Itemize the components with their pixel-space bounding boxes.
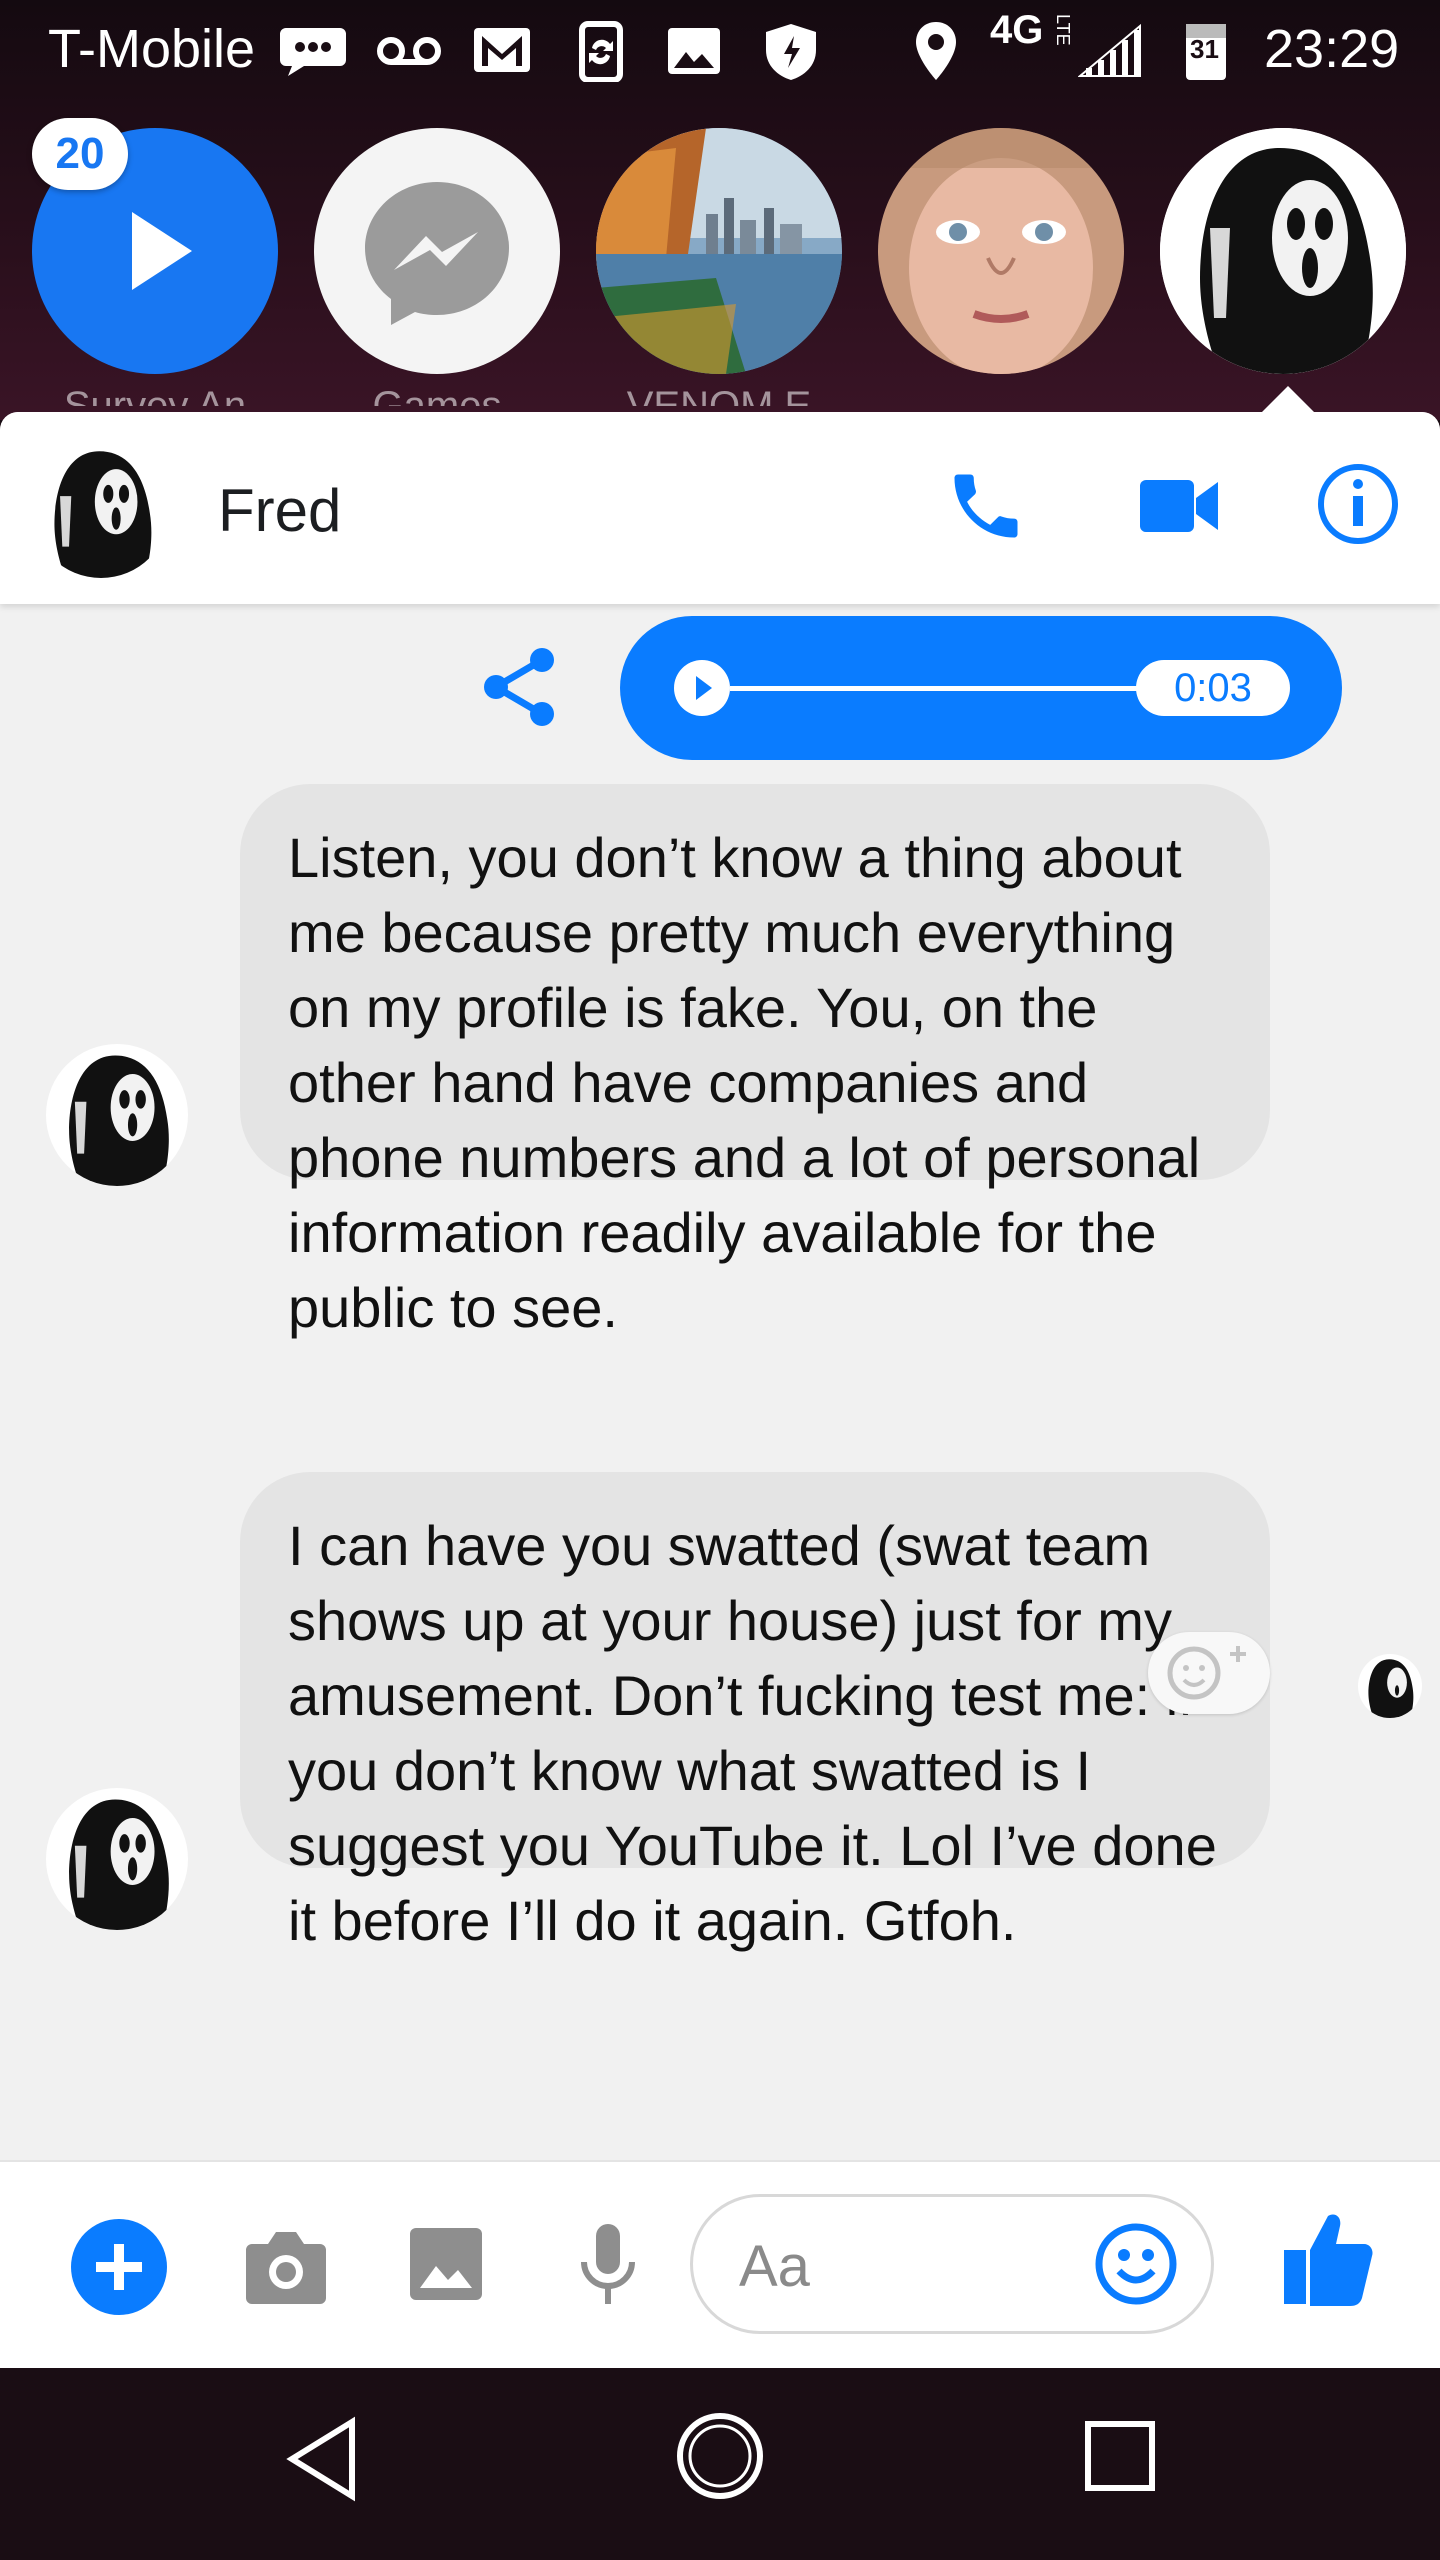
camera-icon[interactable] xyxy=(244,2226,328,2311)
conversation-header: Fred xyxy=(0,412,1440,604)
microphone-icon[interactable] xyxy=(578,2222,638,2313)
play-icon xyxy=(696,676,712,700)
play-button[interactable] xyxy=(674,660,730,716)
contact-avatar[interactable] xyxy=(32,440,170,578)
conversation-panel: Fred 0:03 Listen, you don’t know a thing… xyxy=(0,412,1440,2368)
chat-head-label-venom: VENOM E xyxy=(626,384,812,406)
message-bubble[interactable]: Listen, you don’t know a thing about me … xyxy=(240,784,1270,1339)
ghostface-photo xyxy=(1358,1654,1422,1718)
network-sub-label: LTE xyxy=(1053,14,1073,46)
chat-head-fred[interactable] xyxy=(1160,128,1406,374)
face-photo xyxy=(878,128,1124,374)
calendar-day: 31 xyxy=(1190,34,1219,64)
ghostface-photo xyxy=(32,440,170,578)
chat-head-label-survey: Survey An xyxy=(63,384,247,406)
clock: 23:29 xyxy=(1264,19,1400,79)
signal-icon xyxy=(1077,23,1142,83)
carrier-label: T-Mobile xyxy=(48,19,256,79)
plus-icon[interactable] xyxy=(70,2218,168,2321)
audio-message[interactable]: 0:03 xyxy=(620,616,1342,760)
message-input[interactable] xyxy=(737,2227,1061,2305)
navigation-bar xyxy=(0,2368,1440,2560)
seen-indicator-avatar xyxy=(1358,1654,1422,1718)
audio-duration: 0:03 xyxy=(1136,660,1290,716)
ghostface-photo xyxy=(1160,128,1406,374)
info-icon[interactable] xyxy=(1316,462,1400,551)
share-icon[interactable] xyxy=(480,644,562,735)
network-label: 4G xyxy=(990,8,1044,52)
gmail-icon xyxy=(472,26,532,79)
voicemail-icon xyxy=(376,34,442,73)
active-chat-pointer xyxy=(1262,386,1314,412)
ghostface-photo xyxy=(46,1788,188,1930)
image-icon xyxy=(666,26,722,81)
chat-head-contact[interactable] xyxy=(878,128,1124,374)
sender-avatar[interactable] xyxy=(46,1044,188,1186)
chat-head-games[interactable] xyxy=(314,128,560,374)
thumbs-up-icon[interactable] xyxy=(1282,2210,1374,2313)
messaging-icon xyxy=(278,24,348,81)
back-icon[interactable] xyxy=(282,2416,362,2507)
sender-avatar[interactable] xyxy=(46,1788,188,1930)
location-icon xyxy=(912,20,960,87)
recents-icon[interactable] xyxy=(1084,2420,1156,2497)
gallery-icon[interactable] xyxy=(408,2226,484,2307)
status-bar: T-Mobile 4G LTE 31 23:29 xyxy=(0,0,1440,100)
video-icon[interactable] xyxy=(1138,470,1220,547)
audio-progress-track[interactable] xyxy=(730,686,1170,691)
sync-icon xyxy=(574,20,628,87)
ghostface-photo xyxy=(46,1044,188,1186)
shield-icon xyxy=(762,22,820,87)
chat-head-label-games: Games xyxy=(372,384,502,406)
add-reaction-icon xyxy=(1167,1646,1246,1700)
add-reaction-button[interactable] xyxy=(1148,1632,1270,1714)
contact-name[interactable]: Fred xyxy=(218,476,341,545)
message-composer xyxy=(0,2160,1440,2372)
message-bubble[interactable]: I can have you swatted (swat team shows … xyxy=(240,1472,1270,1952)
phone-icon[interactable] xyxy=(944,464,1028,553)
unread-badge: 20 xyxy=(32,118,128,190)
lake-photo xyxy=(596,128,842,374)
chat-head-venom[interactable] xyxy=(596,128,842,374)
message-input-container[interactable] xyxy=(690,2194,1214,2334)
emoji-icon[interactable] xyxy=(1093,2221,1179,2312)
messenger-icon xyxy=(365,182,509,325)
home-icon[interactable] xyxy=(674,2410,766,2507)
